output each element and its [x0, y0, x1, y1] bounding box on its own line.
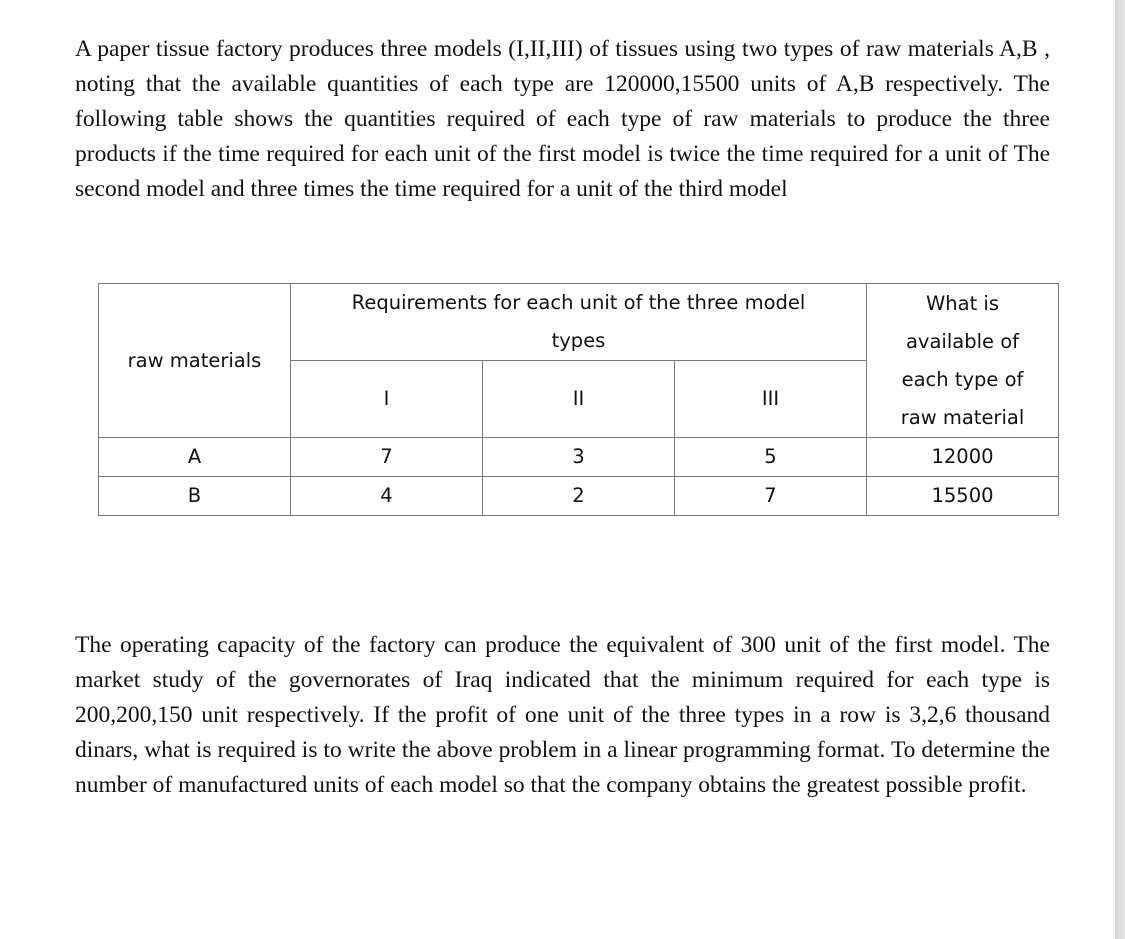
- page-edge-scrollbar[interactable]: [1115, 0, 1125, 939]
- value-cell: 7: [290, 437, 483, 477]
- header-available-line: raw material: [900, 405, 1025, 429]
- header-requirements: Requirements for each unit of the three …: [290, 283, 867, 361]
- header-available-line: each type of: [901, 367, 1024, 391]
- table-header-row: raw materials Requirements for each unit…: [98, 283, 1059, 438]
- value-cell: 3: [482, 437, 675, 477]
- header-raw-materials: raw materials: [98, 283, 291, 438]
- header-model-iii: III: [674, 360, 867, 438]
- requirements-table: raw materials Requirements for each unit…: [98, 283, 1059, 516]
- header-available: What is available of each type of raw ma…: [866, 283, 1059, 438]
- available-cell: 12000: [866, 437, 1059, 477]
- header-model-ii: II: [482, 360, 675, 438]
- problem-intro-paragraph: A paper tissue factory produces three mo…: [75, 36, 1050, 202]
- value-cell: 7: [674, 476, 867, 516]
- header-model-i: I: [290, 360, 483, 438]
- value-cell: 5: [674, 437, 867, 477]
- value-cell: 4: [290, 476, 483, 516]
- material-cell: B: [98, 476, 291, 516]
- header-available-line: available of: [905, 329, 1019, 353]
- material-cell: A: [98, 437, 291, 477]
- header-requirements-line1: Requirements for each unit of the three …: [351, 291, 806, 314]
- value-cell: 2: [482, 476, 675, 516]
- problem-constraints-paragraph: The operating capacity of the factory ca…: [75, 632, 1050, 798]
- table-row: A 7 3 5 12000: [98, 437, 1059, 477]
- table-row: B 4 2 7 15500: [98, 476, 1059, 516]
- header-available-line: What is: [925, 291, 999, 315]
- header-requirements-line2: types: [551, 329, 606, 352]
- available-cell: 15500: [866, 476, 1059, 516]
